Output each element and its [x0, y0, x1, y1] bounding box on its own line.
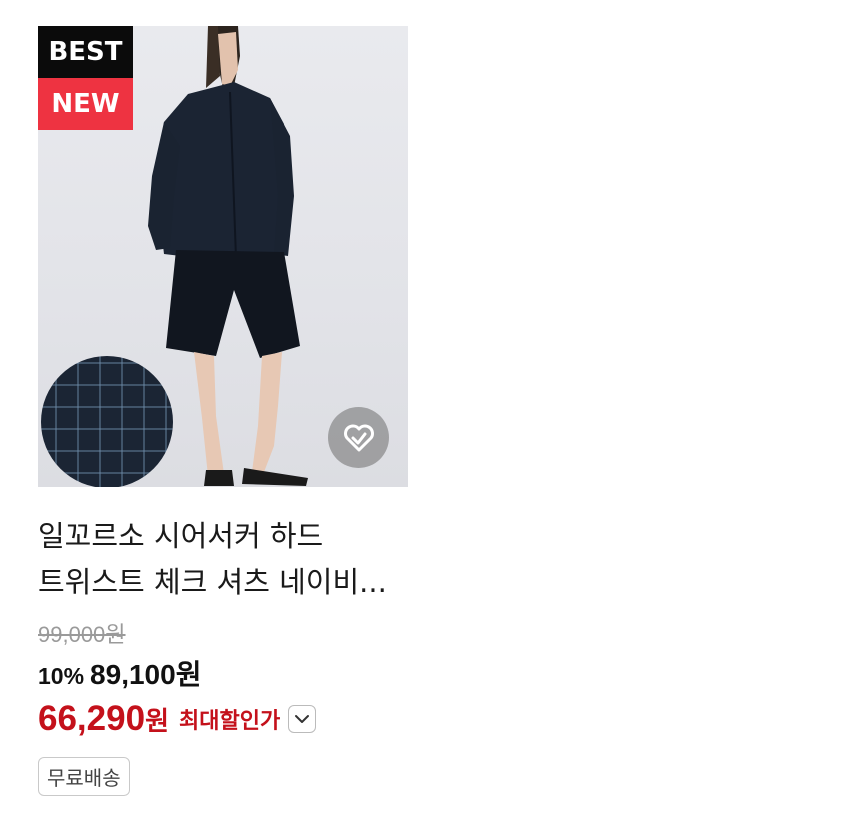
product-card[interactable]: BEST NEW 일꼬르소 시어서커 하드 트위스트 체크 셔츠 네이비... …	[38, 26, 408, 796]
original-price: 99,000원	[38, 622, 126, 647]
chevron-down-icon	[295, 715, 310, 723]
price-details-toggle[interactable]	[288, 705, 317, 733]
max-discount-row: 66,290원 최대할인가	[38, 699, 408, 739]
max-discount-won: 원	[145, 706, 169, 736]
sale-price: 89,100원	[90, 659, 202, 690]
max-discount-price: 66,290원	[38, 699, 169, 739]
discount-rate: 10%	[38, 663, 85, 689]
max-discount-label: 최대할인가	[178, 709, 281, 734]
heart-check-icon	[343, 424, 374, 451]
sale-price-row: 10% 89,100원	[38, 653, 408, 693]
fabric-swatch	[41, 356, 173, 487]
free-shipping-tag: 무료배송	[38, 757, 130, 796]
product-title[interactable]: 일꼬르소 시어서커 하드 트위스트 체크 셔츠 네이비...	[38, 513, 408, 605]
max-discount-amount: 66,290	[38, 699, 146, 738]
wishlist-button[interactable]	[328, 407, 389, 468]
product-image[interactable]: BEST NEW	[38, 26, 408, 487]
new-badge: NEW	[38, 78, 133, 130]
best-badge: BEST	[38, 26, 133, 78]
